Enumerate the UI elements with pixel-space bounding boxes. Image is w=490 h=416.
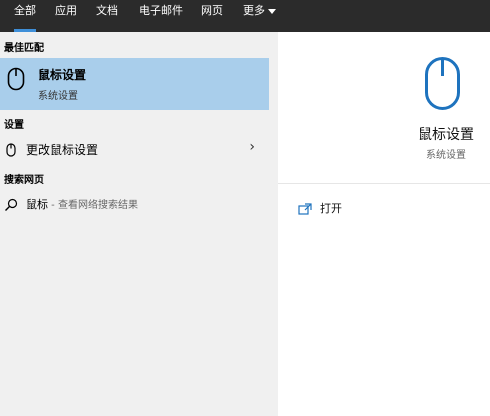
- settings-item[interactable]: 更改鼠标设置 ›: [0, 136, 269, 162]
- chevron-right-icon: ›: [249, 139, 255, 155]
- tab-more-label: 更多: [243, 4, 265, 17]
- best-match-title: 鼠标设置: [38, 68, 87, 82]
- preview-divider: [278, 183, 490, 184]
- best-match-item[interactable]: 鼠标设置 系统设置: [0, 58, 269, 110]
- pane-divider: [269, 32, 278, 416]
- web-search-item[interactable]: 鼠标 - 查看网络搜索结果: [0, 191, 269, 217]
- search-icon: [4, 197, 18, 216]
- tab-email[interactable]: 电子邮件: [139, 0, 183, 32]
- web-search-hint: - 查看网络搜索结果: [48, 200, 138, 211]
- open-action-label: 打开: [320, 202, 342, 215]
- tab-documents[interactable]: 文档: [96, 0, 118, 32]
- mouse-icon: [424, 56, 464, 116]
- best-match-header: 最佳匹配: [4, 43, 44, 54]
- tab-more[interactable]: 更多: [243, 0, 276, 32]
- web-search-label: 鼠标 - 查看网络搜索结果: [26, 196, 138, 212]
- settings-item-label: 更改鼠标设置: [26, 143, 99, 157]
- tab-apps[interactable]: 应用: [55, 0, 77, 32]
- settings-header: 设置: [4, 120, 24, 131]
- preview-subtitle: 系统设置: [426, 150, 466, 161]
- mouse-icon: [6, 142, 16, 161]
- preview-pane: 鼠标设置 系统设置 打开: [278, 32, 490, 416]
- tab-all[interactable]: 全部: [14, 0, 36, 32]
- results-pane: 最佳匹配 鼠标设置 系统设置 设置 更改鼠标设置 › 搜索网页 鼠标 - 查看网…: [0, 32, 269, 416]
- chevron-down-icon: [268, 8, 276, 14]
- preview-title: 鼠标设置: [418, 127, 474, 143]
- mouse-icon: [7, 67, 25, 95]
- best-match-subtitle: 系统设置: [38, 91, 78, 102]
- web-search-query: 鼠标: [26, 198, 48, 211]
- open-icon: [298, 200, 312, 219]
- tab-web[interactable]: 网页: [201, 0, 223, 32]
- web-header: 搜索网页: [4, 175, 44, 186]
- search-scope-tabs: 全部 应用 文档 电子邮件 网页 更多: [0, 0, 490, 32]
